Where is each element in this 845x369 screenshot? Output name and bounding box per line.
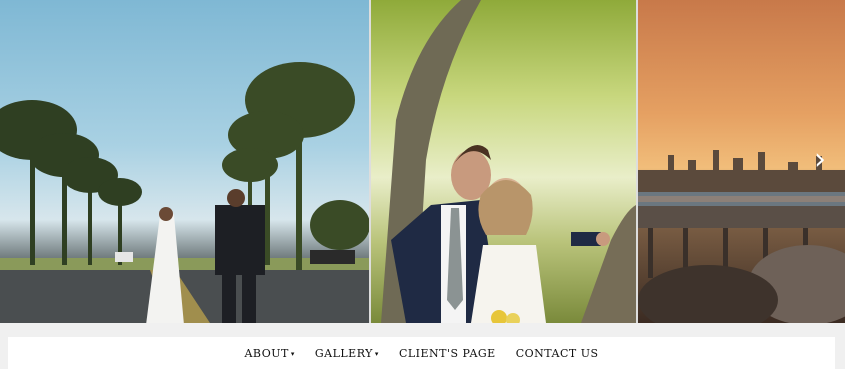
nav-item-clients-page[interactable]: CLIENT'S PAGE	[399, 347, 496, 360]
chevron-right-icon[interactable]: ›	[809, 145, 831, 175]
slide-photo-couple-palm-road	[0, 0, 369, 323]
main-navigation: ABOUT ▾ GALLERY ▾ CLIENT'S PAGE CONTACT US	[8, 337, 835, 369]
main-navigation-bar: ABOUT ▾ GALLERY ▾ CLIENT'S PAGE CONTACT US	[0, 323, 845, 369]
chevron-down-icon: ▾	[290, 349, 295, 358]
chevron-down-icon: ▾	[374, 349, 379, 358]
nav-item-gallery[interactable]: GALLERY ▾	[315, 347, 379, 360]
tree-couple-scene	[381, 0, 636, 323]
nav-item-contact-us[interactable]: CONTACT US	[516, 347, 599, 360]
nav-item-about-label: ABOUT	[244, 346, 289, 360]
nav-item-gallery-label: GALLERY	[314, 346, 373, 360]
photo-slider: ›	[0, 0, 845, 323]
slide-photo-couple-under-tree	[371, 0, 636, 323]
slide-photo-city-sunset: ›	[638, 0, 845, 323]
palm-road-scene	[0, 62, 369, 323]
nav-item-about[interactable]: ABOUT ▾	[244, 347, 294, 360]
